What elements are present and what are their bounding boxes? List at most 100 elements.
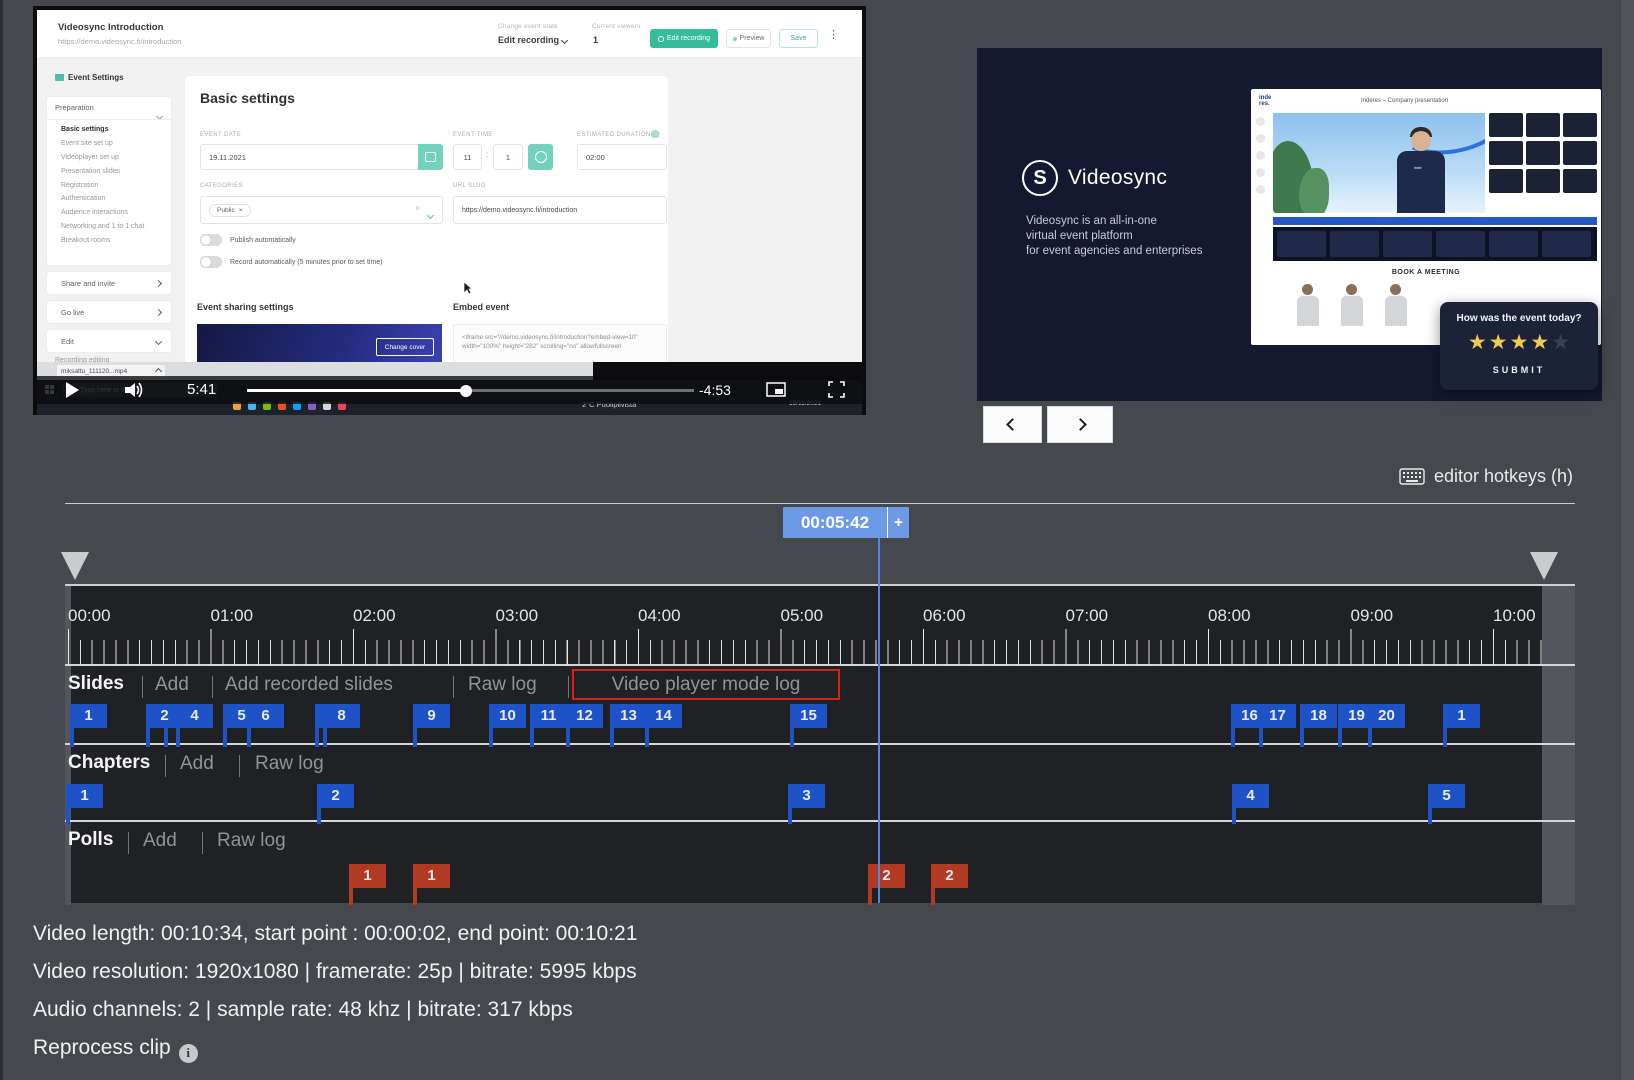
editor-hotkeys[interactable]: editor hotkeys (h) bbox=[1399, 466, 1573, 487]
preparation-dropdown[interactable]: Preparation bbox=[55, 103, 94, 112]
sidebar-item-basic-settings[interactable]: Basic settings bbox=[47, 123, 173, 137]
sidebar-item-registration[interactable]: Registration bbox=[47, 178, 173, 192]
book-a-meeting-button[interactable]: BOOK A MEETING bbox=[1251, 269, 1601, 276]
fullscreen-icon[interactable] bbox=[828, 381, 845, 398]
sidebar-item-go-live[interactable]: Go live bbox=[46, 300, 172, 324]
sidebar-item-share-and-invite[interactable]: Share and invite bbox=[46, 271, 172, 295]
poll-marker[interactable]: 2 bbox=[931, 864, 968, 888]
star-rating[interactable]: ★★★★★ bbox=[1440, 328, 1598, 358]
poll-marker[interactable]: 1 bbox=[349, 864, 386, 888]
chapters-add-button[interactable]: Add bbox=[180, 753, 214, 775]
publish-toggle[interactable] bbox=[200, 234, 222, 246]
category-tag[interactable]: Public× bbox=[209, 204, 251, 217]
poll-marker[interactable]: 1 bbox=[413, 864, 450, 888]
slides-raw-log-button[interactable]: Raw log bbox=[468, 674, 537, 696]
event-time-hour-field[interactable]: 11 bbox=[453, 144, 482, 170]
slide-marker[interactable]: 9 bbox=[413, 704, 450, 728]
sidebar-item-presentation-slides[interactable]: Presentation slides bbox=[47, 164, 173, 178]
sidebar-item-authentication[interactable]: Authentication bbox=[47, 192, 173, 206]
slide-marker[interactable]: 11 bbox=[530, 704, 567, 728]
slides-add-recorded-button[interactable]: Add recorded slides bbox=[225, 674, 393, 696]
trim-end-handle[interactable] bbox=[1530, 552, 1558, 580]
calendar-icon[interactable] bbox=[418, 144, 443, 170]
categories-field[interactable]: Public× bbox=[200, 196, 443, 224]
sidebar-item-breakout-rooms[interactable]: Breakout rooms bbox=[47, 233, 173, 247]
chapter-marker[interactable]: 5 bbox=[1428, 784, 1465, 808]
clock-icon[interactable] bbox=[528, 144, 553, 170]
sidebar-item-networking-and-1-to-1-chat[interactable]: Networking and 1 to 1 chat bbox=[47, 219, 173, 233]
page-title: Basic settings bbox=[200, 90, 295, 106]
slide-marker[interactable]: 18 bbox=[1300, 704, 1337, 728]
embed-code-box[interactable]: <iframe src="//demo.videosync.fi/introdu… bbox=[453, 324, 667, 362]
reprocess-clip[interactable]: Reprocess clipi bbox=[33, 1036, 198, 1063]
slide-marker[interactable]: 15 bbox=[790, 704, 827, 728]
play-icon[interactable] bbox=[63, 381, 81, 399]
slide-marker[interactable]: 8 bbox=[323, 704, 360, 728]
star-icon[interactable]: ★ bbox=[1510, 331, 1529, 354]
audio-info: Audio channels: 2 | sample rate: 48 khz … bbox=[33, 998, 573, 1022]
star-icon[interactable]: ★ bbox=[1530, 331, 1549, 354]
seek-handle[interactable] bbox=[460, 385, 472, 397]
trim-start-handle[interactable] bbox=[61, 552, 89, 580]
admin-body: Event Settings Preparation Basic setting… bbox=[37, 58, 862, 362]
submit-button[interactable]: SUBMIT bbox=[1440, 365, 1598, 375]
video-thumbnail bbox=[1526, 169, 1560, 193]
sidebar-item-event-site-set-up[interactable]: Event site set up bbox=[47, 137, 173, 151]
sidebar-item-edit[interactable]: Edit bbox=[46, 329, 172, 353]
sidebar-item-videoplayer-set-up[interactable]: Videoplayer set up bbox=[47, 151, 173, 165]
playhead-time-badge[interactable]: 00:05:42 + bbox=[783, 507, 909, 538]
playhead-line[interactable] bbox=[878, 538, 880, 903]
slides-add-button[interactable]: Add bbox=[155, 674, 189, 696]
overflow-menu-icon[interactable]: ⋮ bbox=[828, 28, 839, 41]
slide-marker[interactable]: 10 bbox=[489, 704, 526, 728]
polls-add-button[interactable]: Add bbox=[143, 830, 177, 852]
slide-marker[interactable]: 6 bbox=[247, 704, 284, 728]
add-marker-button[interactable]: + bbox=[888, 507, 909, 538]
volume-icon[interactable] bbox=[124, 381, 146, 399]
chapter-marker[interactable]: 3 bbox=[788, 784, 825, 808]
timeline[interactable]: 00:0001:0002:0003:0004:0005:0006:0007:00… bbox=[65, 584, 1575, 903]
seek-bar[interactable] bbox=[247, 389, 694, 392]
chapter-marker[interactable]: 2 bbox=[317, 784, 354, 808]
save-button[interactable]: Save bbox=[779, 29, 818, 48]
event-date-field[interactable]: 19.11.2021 bbox=[200, 144, 443, 170]
change-cover-button[interactable]: Change cover bbox=[376, 338, 434, 356]
chevron-down-icon[interactable] bbox=[428, 205, 433, 223]
slide-marker[interactable]: 12 bbox=[566, 704, 603, 728]
slide-marker[interactable]: 17 bbox=[1259, 704, 1296, 728]
track-polls[interactable]: Polls Add Raw log bbox=[65, 824, 1575, 905]
record-toggle[interactable] bbox=[200, 256, 222, 268]
star-icon[interactable]: ★ bbox=[1551, 331, 1570, 354]
slide-marker[interactable]: 14 bbox=[645, 704, 682, 728]
slide-marker[interactable]: 1 bbox=[1443, 704, 1480, 728]
chapters-raw-log-button[interactable]: Raw log bbox=[255, 753, 324, 775]
prev-slide-button[interactable] bbox=[983, 406, 1042, 443]
chapter-marker[interactable]: 1 bbox=[66, 784, 103, 808]
slide-marker[interactable]: 4 bbox=[176, 704, 213, 728]
poll-marker[interactable]: 2 bbox=[868, 864, 905, 888]
change-event-state-dropdown[interactable]: Edit recording bbox=[498, 35, 567, 45]
star-icon[interactable]: ★ bbox=[1468, 331, 1487, 354]
duration-field[interactable]: 02:00 bbox=[577, 144, 667, 170]
remove-tag-icon[interactable]: × bbox=[239, 207, 243, 214]
clear-icon[interactable]: × bbox=[415, 203, 420, 213]
edit-recording-button[interactable]: Edit recording bbox=[650, 29, 718, 48]
event-time-minute-field[interactable]: 1 bbox=[493, 144, 523, 170]
slide-marker[interactable]: 20 bbox=[1368, 704, 1405, 728]
sidebar-item-audience-interactions[interactable]: Audience interactions bbox=[47, 206, 173, 220]
playhead-time[interactable]: 00:05:42 bbox=[783, 507, 887, 538]
timeline-ruler[interactable]: 00:0001:0002:0003:0004:0005:0006:0007:00… bbox=[65, 586, 1575, 666]
preview-button[interactable]: Preview bbox=[726, 29, 771, 48]
next-slide-button[interactable] bbox=[1047, 406, 1113, 443]
url-slug-field[interactable]: https://demo.videosync.fi/introduction bbox=[453, 196, 667, 224]
slide-marker[interactable]: 13 bbox=[610, 704, 647, 728]
chapter-marker[interactable]: 4 bbox=[1232, 784, 1269, 808]
banner-strip bbox=[1273, 217, 1597, 225]
pip-icon[interactable] bbox=[766, 382, 786, 397]
star-icon[interactable]: ★ bbox=[1489, 331, 1508, 354]
slide-marker[interactable]: 1 bbox=[70, 704, 107, 728]
video-player[interactable]: Videosync Introduction https://demo.vide… bbox=[33, 6, 866, 415]
video-player-mode-log-button[interactable]: Video player mode log bbox=[572, 669, 840, 700]
scrollbar-track[interactable] bbox=[1621, 0, 1634, 1080]
polls-raw-log-button[interactable]: Raw log bbox=[217, 830, 286, 852]
